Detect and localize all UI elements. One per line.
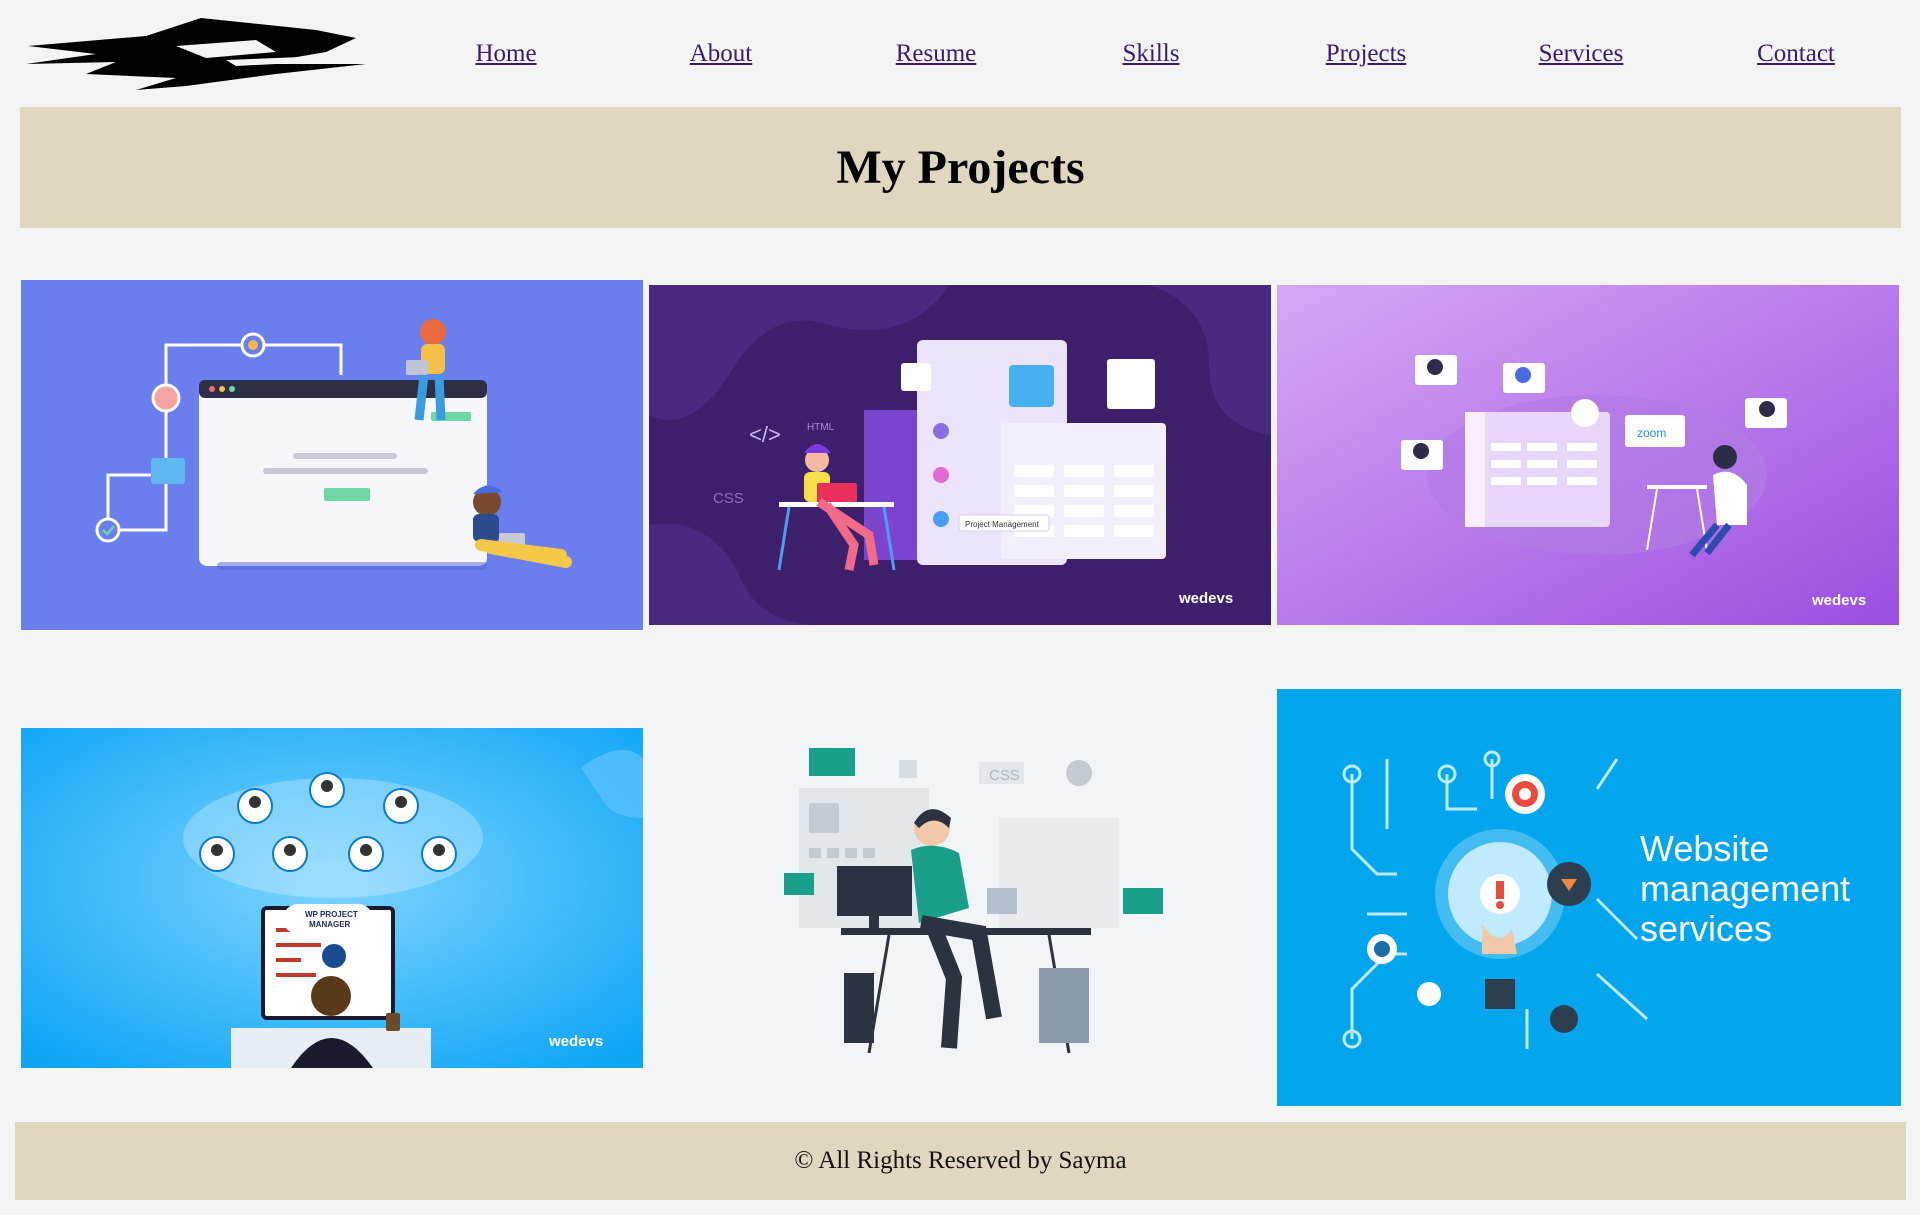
nav-link-projects[interactable]: Projects (1326, 40, 1407, 68)
page-title: My Projects (836, 141, 1085, 194)
svg-text:WP PROJECT: WP PROJECT (305, 910, 358, 919)
project-card-6[interactable]: Website management services (1277, 689, 1901, 1106)
project-card-4[interactable]: WP PROJECT MANAGER wedevs (21, 728, 643, 1068)
site-footer: © All Rights Reserved by Sayma (15, 1122, 1906, 1200)
nav-link-resume[interactable]: Resume (896, 40, 977, 68)
page-title-banner: My Projects (20, 107, 1901, 228)
project-card-1[interactable] (21, 280, 643, 630)
svg-text:management: management (1640, 868, 1850, 909)
svg-text:HTML: HTML (807, 422, 835, 433)
nav-link-services[interactable]: Services (1539, 40, 1624, 68)
svg-text:wedevs: wedevs (1178, 590, 1233, 607)
svg-text:CSS: CSS (989, 767, 1020, 784)
svg-text:CSS: CSS (713, 490, 744, 507)
project-image-workflow-illustration (21, 280, 643, 630)
nav-link-home[interactable]: Home (475, 40, 536, 68)
project-card-5[interactable]: CSS (649, 728, 1271, 1068)
project-image-remote-team: zoom wedevs (1277, 285, 1899, 625)
nav-link-about[interactable]: About (690, 40, 753, 68)
nav-link-contact[interactable]: Contact (1757, 40, 1835, 68)
svg-text:zoom: zoom (1637, 426, 1666, 440)
project-image-developer-desk: CSS (649, 728, 1271, 1068)
footer-copyright: © All Rights Reserved by Sayma (794, 1147, 1127, 1174)
svg-text:wedevs: wedevs (1811, 592, 1866, 609)
svg-text:services: services (1640, 908, 1772, 949)
project-card-2[interactable]: </> HTML CSS Project Management wedevs (649, 285, 1271, 625)
svg-text:MANAGER: MANAGER (309, 920, 351, 929)
project-image-website-management: Website management services (1277, 689, 1901, 1106)
project-image-wp-project-manager: WP PROJECT MANAGER wedevs (21, 728, 643, 1068)
main-navigation: Home About Resume Skills Projects Servic… (0, 40, 1920, 80)
svg-text:Website: Website (1640, 828, 1769, 869)
svg-text:wedevs: wedevs (548, 1033, 603, 1050)
svg-text:</>: </> (749, 422, 781, 447)
nav-link-skills[interactable]: Skills (1123, 40, 1180, 68)
project-card-3[interactable]: zoom wedevs (1277, 285, 1899, 625)
svg-text:Project Management: Project Management (965, 520, 1040, 529)
project-image-project-management: </> HTML CSS Project Management wedevs (649, 285, 1271, 625)
